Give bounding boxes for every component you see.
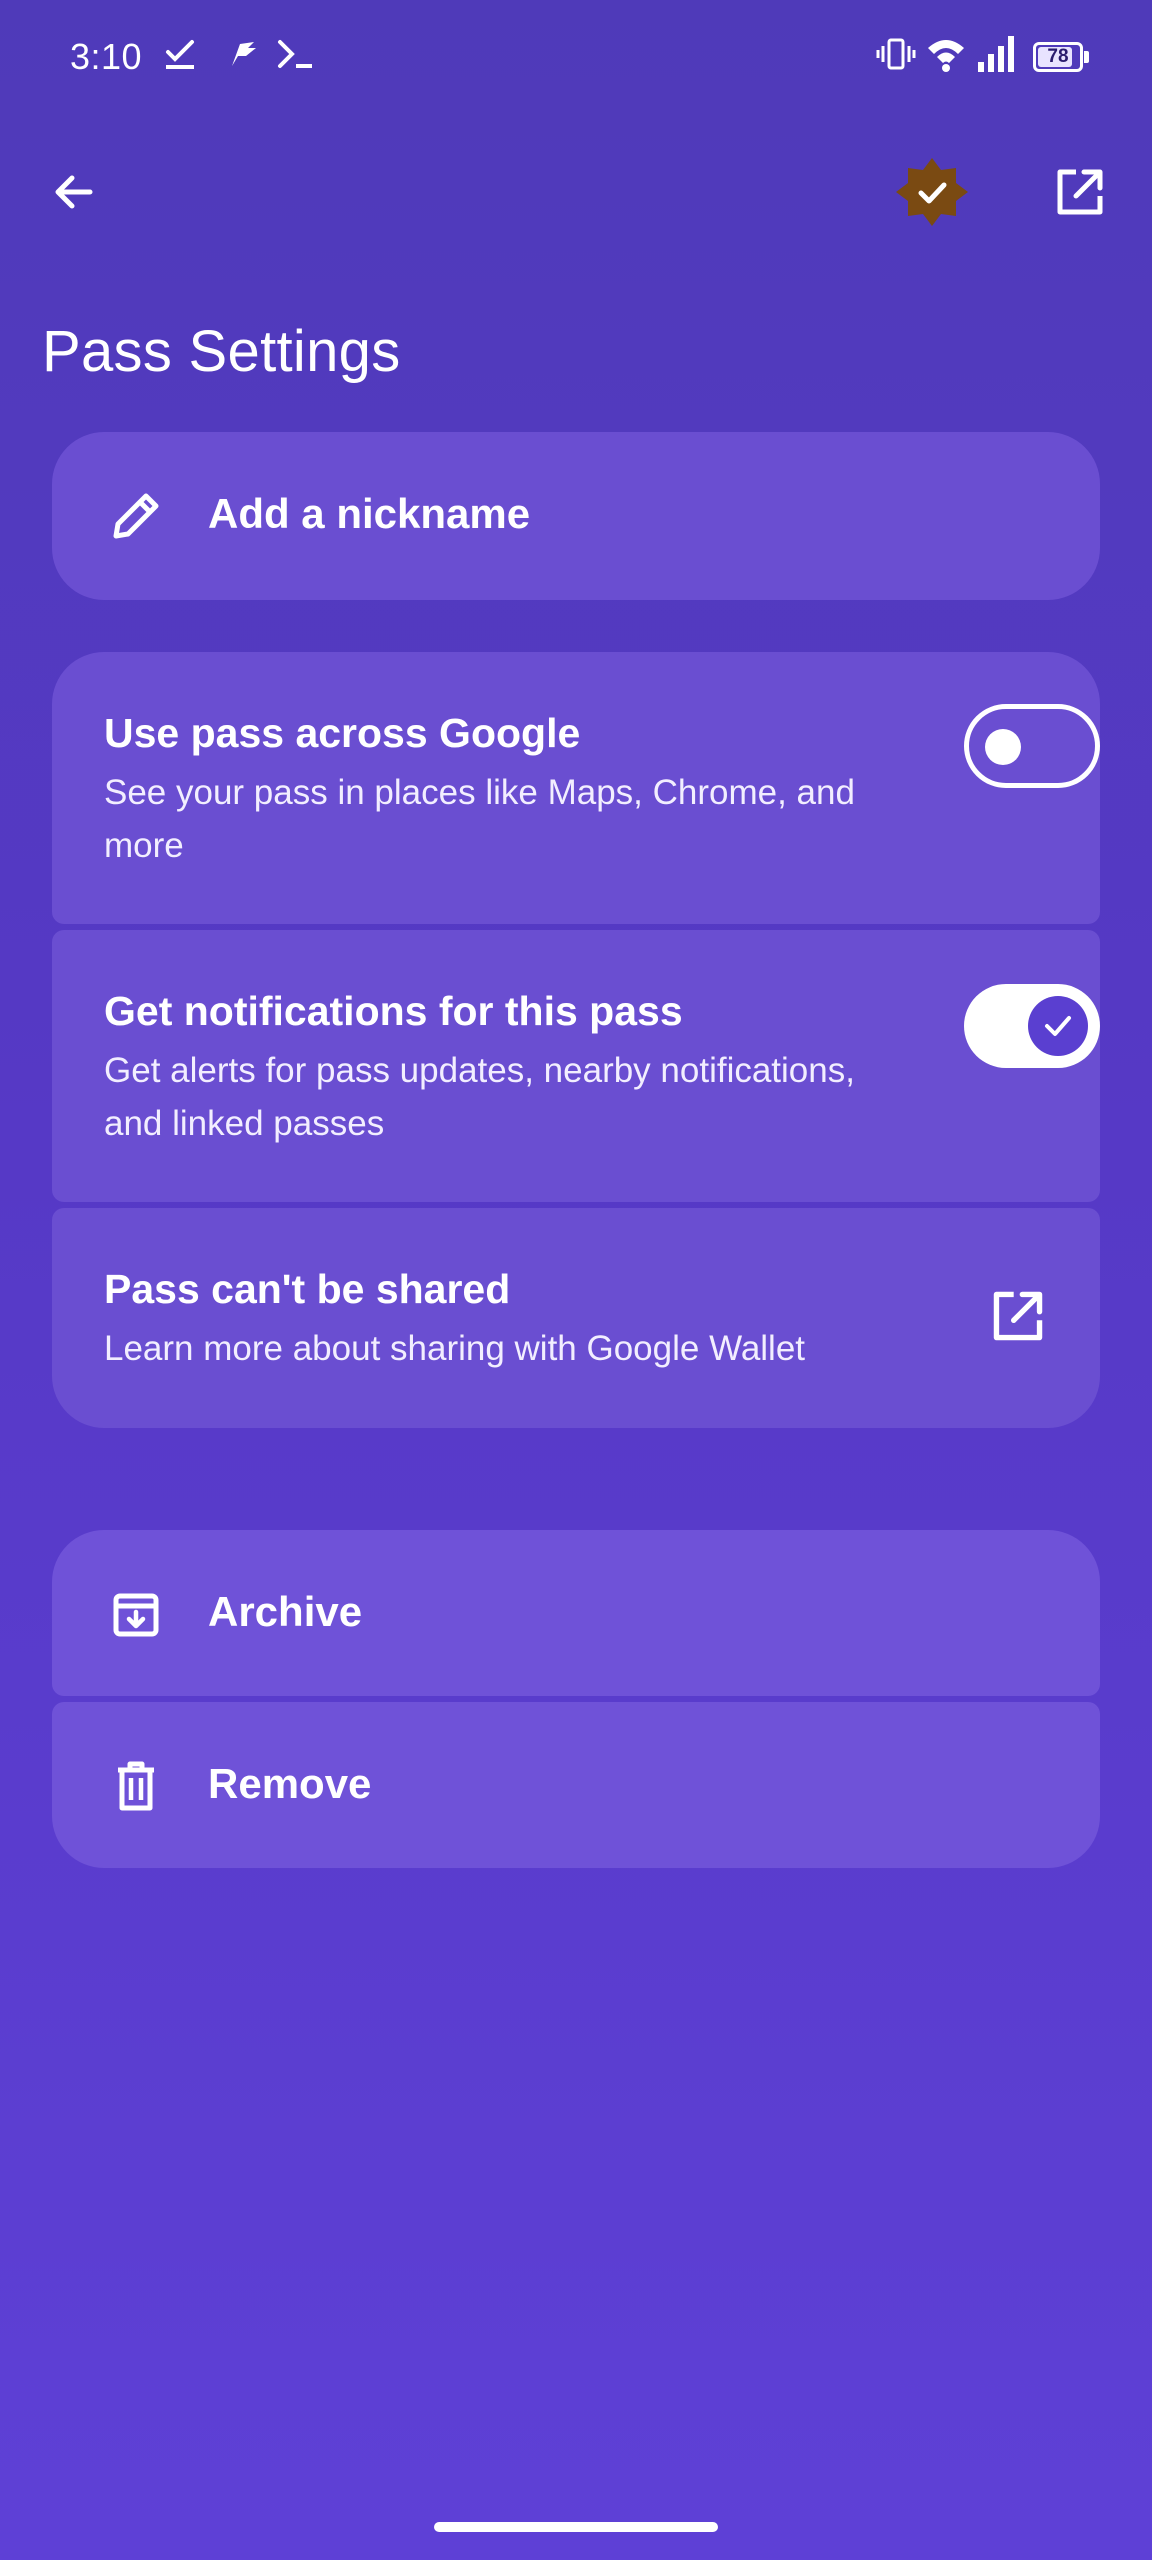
toggle-knob <box>1028 996 1088 1056</box>
remove-label: Remove <box>208 1760 372 1807</box>
battery-tip <box>1084 51 1089 63</box>
archive-button[interactable]: Archive <box>52 1530 1100 1696</box>
open-in-new-icon <box>1057 169 1103 215</box>
home-indicator[interactable] <box>434 2522 718 2532</box>
terminal-icon <box>278 40 312 68</box>
open-pass-button[interactable] <box>1040 152 1120 232</box>
nickname-label: Add a nickname <box>208 490 531 537</box>
status-time: 3:10 <box>70 36 143 77</box>
row-title: Use pass across Google <box>104 710 581 756</box>
open-in-new-icon[interactable] <box>990 1288 1050 1348</box>
toggle-knob <box>985 729 1021 765</box>
check-icon <box>1045 1016 1071 1036</box>
signal-icon <box>978 36 1014 72</box>
add-nickname-button[interactable]: Add a nickname <box>52 432 1100 600</box>
pass-badge-button[interactable] <box>892 152 972 232</box>
status-bar: 3:10 78 <box>0 0 1152 120</box>
archive-icon <box>104 1582 168 1646</box>
row-subtitle: Learn more about sharing with Google Wal… <box>104 1329 806 1368</box>
arrow-back-icon <box>55 175 93 209</box>
row-subtitle: See your pass in places like Maps, Chrom… <box>104 773 855 865</box>
use-pass-across-google-row[interactable]: Use pass across Google See your pass in … <box>52 652 1100 924</box>
row-title: Get notifications for this pass <box>104 988 683 1034</box>
page-title: Pass Settings <box>42 319 401 384</box>
task-check-icon <box>166 40 194 69</box>
battery-level: 78 <box>1047 46 1069 67</box>
trash-icon <box>104 1754 168 1818</box>
vibrate-icon <box>876 38 916 70</box>
row-subtitle: Get alerts for pass updates, nearby noti… <box>104 1051 855 1143</box>
settings-group: Use pass across Google See your pass in … <box>52 652 1100 1428</box>
row-title: Pass can't be shared <box>104 1266 511 1312</box>
pass-sharing-row[interactable]: Pass can't be shared Learn more about sh… <box>52 1208 1100 1428</box>
notifications-toggle[interactable] <box>964 984 1100 1068</box>
archive-label: Archive <box>208 1588 363 1635</box>
wifi-icon <box>928 40 964 72</box>
notifications-row[interactable]: Get notifications for this pass Get aler… <box>52 930 1100 1202</box>
pencil-icon <box>104 484 168 548</box>
remove-button[interactable]: Remove <box>52 1702 1100 1868</box>
back-button[interactable] <box>34 152 114 232</box>
feather-app-icon <box>232 42 256 66</box>
use-pass-across-google-toggle[interactable] <box>964 704 1100 788</box>
battery-indicator: 78 <box>1033 42 1083 72</box>
star-check-badge-icon <box>896 158 968 226</box>
actions-group: Archive Remove <box>52 1530 1100 1868</box>
